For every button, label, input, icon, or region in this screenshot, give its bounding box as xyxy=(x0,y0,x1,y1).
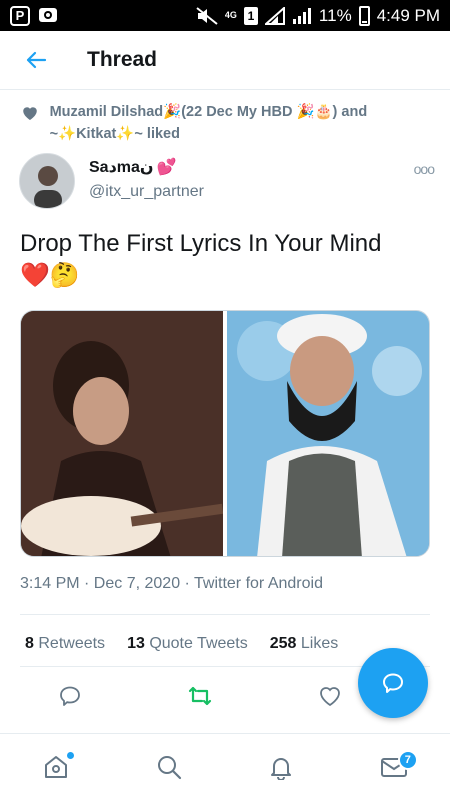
signal-icon-2 xyxy=(292,7,311,24)
media-image-right[interactable] xyxy=(227,311,429,556)
app-notification-icon-2 xyxy=(39,7,57,22)
tweet-body: Drop The First Lyrics In Your Mind xyxy=(20,230,382,257)
quotes-label: Quote Tweets xyxy=(149,635,248,652)
heart-icon xyxy=(21,101,40,145)
likes-count: 258 xyxy=(269,635,297,652)
likes-label: Likes xyxy=(300,635,339,652)
signal-icon xyxy=(264,6,285,25)
author-display-name[interactable]: Saدmaن 💕 xyxy=(89,157,204,177)
tweet-actions xyxy=(40,685,360,707)
mute-icon xyxy=(196,6,218,25)
retweets-count: 8 xyxy=(25,635,34,652)
divider xyxy=(20,614,430,615)
reply-button[interactable] xyxy=(40,685,100,707)
compose-reply-fab[interactable] xyxy=(358,648,428,718)
sim-icon: 1 xyxy=(243,6,258,25)
social-context[interactable]: Muzamil Dilshad🎉(22 Dec My HBD 🎉🎂) and ~… xyxy=(21,101,431,145)
app-notification-icon: P xyxy=(10,5,30,26)
media-image-left[interactable] xyxy=(21,311,224,556)
nav-home[interactable] xyxy=(26,742,86,792)
likes-stat[interactable]: 258 Likes xyxy=(270,635,339,653)
tweet-media[interactable] xyxy=(20,310,430,557)
reply-bubble-icon xyxy=(383,673,403,693)
home-icon xyxy=(45,756,68,778)
more-options-button[interactable]: ooo xyxy=(414,153,435,213)
quotes-count: 13 xyxy=(127,635,145,652)
retweet-button[interactable] xyxy=(170,685,230,707)
retweets-stat[interactable]: 8 Retweets xyxy=(25,635,105,653)
nav-notifications[interactable] xyxy=(251,742,311,792)
tweet-stats: 8 Retweets 13 Quote Tweets 258 Likes xyxy=(25,635,338,653)
tweet-meta: 3:14 PM · Dec 7, 2020 · Twitter for Andr… xyxy=(20,575,323,592)
home-unread-dot xyxy=(67,752,75,759)
status-bar: P 4G 1 11% 4:49 PM xyxy=(0,0,450,31)
clock: 4:49 PM xyxy=(376,5,440,25)
nav-messages[interactable]: 7 xyxy=(364,742,424,792)
quotes-stat[interactable]: 13 Quote Tweets xyxy=(127,635,248,653)
back-button[interactable] xyxy=(0,31,72,90)
retweet-icon xyxy=(188,686,212,706)
reply-icon xyxy=(60,686,80,706)
page-title: Thread xyxy=(87,48,158,71)
battery-percent: 11% xyxy=(318,5,352,25)
battery-icon xyxy=(358,5,370,26)
app-header: Thread xyxy=(0,31,450,90)
tweet-emojis: ❤️🤔 xyxy=(20,262,80,289)
tweet-author: Saدmaن 💕 @itx_ur_partner ooo xyxy=(19,153,435,213)
author-name-text: Saدmaن xyxy=(89,159,154,176)
bell-icon xyxy=(271,758,292,780)
retweets-label: Retweets xyxy=(38,635,106,652)
author-handle[interactable]: @itx_ur_partner xyxy=(89,183,204,201)
back-arrow-icon xyxy=(26,51,47,69)
bottom-navigation: 7 xyxy=(0,733,450,800)
nav-search[interactable] xyxy=(139,742,199,792)
network-type: 4G xyxy=(224,10,237,20)
search-icon xyxy=(157,756,181,780)
messages-badge: 7 xyxy=(397,750,418,770)
like-heart-icon xyxy=(320,687,340,707)
heart-emoji: 💕 xyxy=(156,159,177,176)
tweet-text: Drop The First Lyrics In Your Mind ❤️🤔 xyxy=(20,228,430,292)
avatar[interactable] xyxy=(19,153,75,209)
social-context-text: Muzamil Dilshad🎉(22 Dec My HBD 🎉🎂) and ~… xyxy=(49,104,368,142)
like-button[interactable] xyxy=(300,685,360,707)
